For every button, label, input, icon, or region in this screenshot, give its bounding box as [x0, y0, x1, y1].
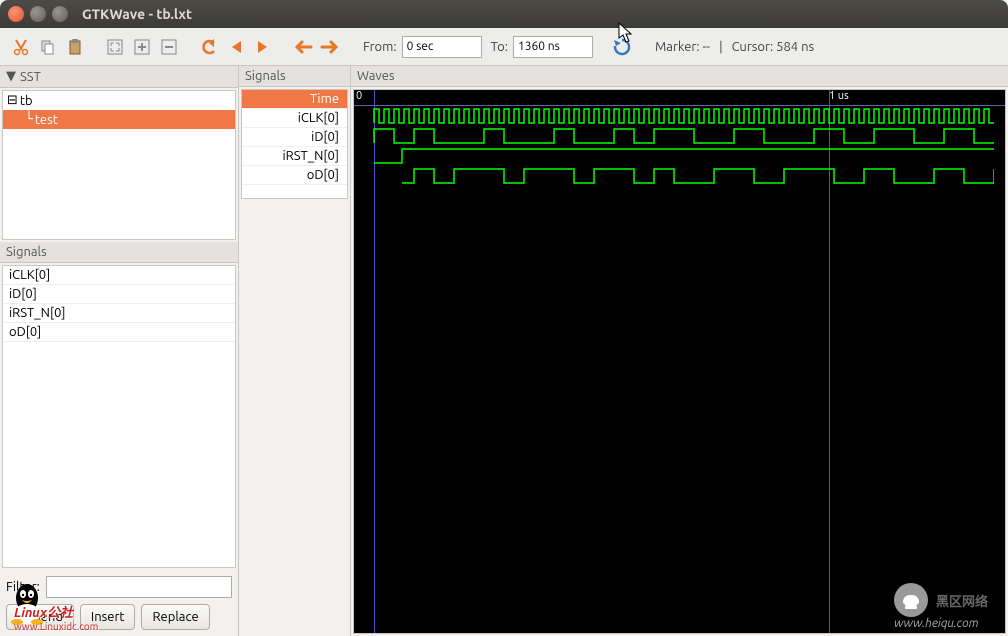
filter-input[interactable] — [46, 576, 232, 598]
insert-button[interactable]: Insert — [80, 604, 136, 630]
seek-start-icon[interactable] — [225, 36, 247, 58]
cut-icon[interactable] — [10, 36, 32, 58]
signals-mid-header: Signals — [239, 66, 350, 87]
main-area: ▼ SST ⊟ tb└ test Signals iCLK[0]iD[0]iRS… — [0, 66, 1008, 636]
signals-left-title: Signals — [6, 245, 47, 259]
selected-signal-item[interactable]: iCLK[0] — [242, 109, 347, 128]
signal-list-item[interactable]: iD[0] — [3, 285, 235, 304]
wave-row — [354, 126, 1005, 146]
zoom-in-icon[interactable] — [131, 36, 153, 58]
tree-expander-icon: ⊟ — [7, 93, 18, 108]
seek-end-icon[interactable] — [252, 36, 274, 58]
waves-title: Waves — [357, 69, 395, 83]
wave-row — [354, 146, 1005, 166]
signal-list-item[interactable]: oD[0] — [3, 323, 235, 342]
tree-label: test — [35, 113, 58, 127]
arrow-left-icon[interactable] — [292, 36, 314, 58]
window-title: GTKWave - tb.lxt — [82, 6, 192, 22]
sst-panel-header[interactable]: ▼ SST — [0, 66, 238, 88]
from-label: From: — [363, 40, 397, 54]
replace-button[interactable]: Replace — [141, 604, 209, 630]
waveform-display[interactable]: 01 us — [353, 89, 1006, 634]
from-input[interactable] — [402, 36, 482, 58]
zoom-fit-icon[interactable] — [104, 36, 126, 58]
arrow-right-icon[interactable] — [319, 36, 341, 58]
tree-node[interactable]: └ test — [3, 110, 235, 129]
paste-icon[interactable] — [64, 36, 86, 58]
undo-icon[interactable] — [198, 36, 220, 58]
selected-signal-item[interactable]: iRST_N[0] — [242, 147, 347, 166]
divider: | — [719, 40, 723, 54]
to-label: To: — [491, 40, 508, 54]
marker-label: Marker: -- — [655, 40, 710, 54]
wave-ruler: 01 us — [354, 90, 1005, 106]
signals-left-header: Signals — [0, 242, 238, 263]
copy-icon[interactable] — [37, 36, 59, 58]
filter-label: Filter: — [6, 580, 40, 594]
window-close-button[interactable] — [8, 6, 24, 22]
selected-signal-item[interactable]: Time — [242, 90, 347, 109]
waves-header: Waves — [351, 66, 1008, 87]
append-button[interactable]: Append — [6, 604, 74, 630]
window-titlebar: GTKWave - tb.lxt — [0, 0, 1008, 28]
sst-tree[interactable]: ⊟ tb└ test — [2, 90, 236, 240]
window-maximize-button[interactable] — [52, 6, 68, 22]
cursor-label: Cursor: 584 ns — [732, 40, 815, 54]
signals-mid-title: Signals — [245, 69, 286, 83]
wave-row — [354, 166, 1005, 186]
left-column: ▼ SST ⊟ tb└ test Signals iCLK[0]iD[0]iRS… — [0, 66, 239, 636]
signal-list-item[interactable]: iCLK[0] — [3, 266, 235, 285]
selected-signal-item[interactable]: oD[0] — [242, 166, 347, 185]
tree-node[interactable]: ⊟ tb — [3, 91, 235, 110]
to-input[interactable] — [513, 36, 593, 58]
signal-list-item[interactable]: iRST_N[0] — [3, 304, 235, 323]
filter-buttons: Append Insert Replace — [0, 604, 238, 636]
zoom-out-icon[interactable] — [158, 36, 180, 58]
main-toolbar: From: To: Marker: -- | Cursor: 584 ns — [0, 28, 1008, 66]
collapse-triangle-icon: ▼ — [6, 69, 16, 84]
wave-column: Waves 01 us — [351, 66, 1008, 636]
window-minimize-button[interactable] — [30, 6, 46, 22]
selected-signal-item[interactable]: iD[0] — [242, 128, 347, 147]
selected-signals[interactable]: TimeiCLK[0]iD[0]iRST_N[0]oD[0] — [241, 89, 348, 199]
wave-row — [354, 106, 1005, 126]
sst-title: SST — [20, 70, 41, 84]
tree-label: tb — [20, 94, 33, 108]
filter-bar: Filter: — [0, 570, 238, 604]
signals-list[interactable]: iCLK[0]iD[0]iRST_N[0]oD[0] — [2, 265, 236, 568]
reload-icon[interactable] — [611, 36, 633, 58]
middle-column: Signals TimeiCLK[0]iD[0]iRST_N[0]oD[0] — [239, 66, 351, 636]
tree-expander-icon: └ — [25, 112, 33, 127]
